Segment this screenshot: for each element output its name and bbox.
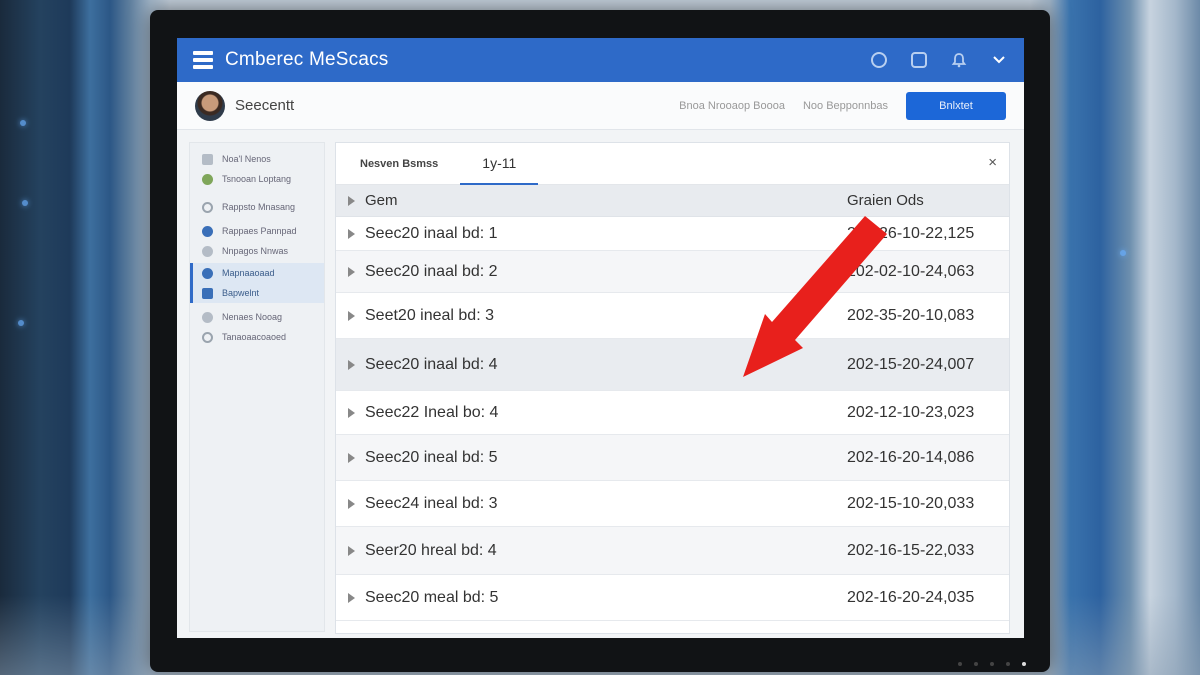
app-window: Cmberec MeScacs Seecentt Bnoa Nrooaop Bo… (177, 38, 1024, 638)
header-link[interactable]: Bnoa Nrooaop Boooa (679, 100, 785, 112)
monitor-buttons (958, 662, 1026, 666)
circle-icon (202, 245, 213, 257)
chevron-down-icon[interactable] (990, 51, 1008, 69)
row-name: Seec20 inaal bd: 2 (365, 262, 498, 280)
square-icon (202, 153, 213, 165)
caret-right-icon[interactable] (348, 498, 355, 509)
rack-light (20, 120, 26, 126)
table-row[interactable]: Seec20 meal bd: 5 202-16-20-24,035 (336, 575, 1009, 621)
sidebar-item[interactable]: Nnpagos Nnwas (190, 241, 324, 261)
row-name: Seet20 ineal bd: 3 (365, 306, 494, 324)
sidebar-item[interactable]: Rappaes Pannpad (190, 221, 324, 241)
table-row[interactable]: Seec24 ineal bd: 3 202-15-10-20,033 (336, 481, 1009, 527)
column-header-date[interactable]: Graien Ods (847, 192, 997, 209)
app-logo-icon (193, 51, 213, 69)
square-icon[interactable] (910, 51, 928, 69)
dot-icon (202, 267, 213, 279)
caret-right-icon[interactable] (348, 407, 355, 418)
bell-icon[interactable] (950, 51, 968, 69)
sidebar-item[interactable]: Tsnooan Loptang (190, 169, 324, 189)
square-icon (202, 287, 213, 299)
file-list-panel: Nesven Bsmss 1y-11 × Gem Graien Ods Seec… (335, 142, 1010, 634)
rack-light (18, 320, 24, 326)
sidebar-item[interactable]: Bapwelnt (190, 283, 324, 303)
table-row[interactable]: Seec22 Ineal bo: 4 202-12-10-23,023 (336, 391, 1009, 435)
row-date: 202-35-20-10,083 (847, 306, 975, 324)
row-date: 202-26-10-22,125 (847, 224, 975, 242)
table-row[interactable]: Seec20 inaal bd: 1 202-26-10-22,125 (336, 217, 1009, 251)
caret-right-icon (348, 195, 355, 206)
title-bar: Cmberec MeScacs (177, 38, 1024, 82)
column-header-name[interactable]: Gem (365, 192, 847, 209)
person-icon (202, 225, 213, 237)
avatar-icon (202, 173, 213, 185)
close-icon[interactable]: × (988, 154, 997, 171)
sidebar-item[interactable]: Rappsto Mnasang (190, 197, 324, 217)
ring-icon (202, 331, 213, 343)
ring-icon (202, 201, 213, 213)
table-row[interactable]: Seec20 ineal bd: 5 202-16-20-14,086 (336, 435, 1009, 481)
tab[interactable]: Nesven Bsmss (348, 143, 450, 185)
table-row[interactable]: Seet20 ineal bd: 3 202-35-20-10,083 (336, 293, 1009, 339)
caret-right-icon[interactable] (348, 310, 355, 321)
row-name: Seec20 inaal bd: 1 (365, 224, 498, 242)
header-link[interactable]: Noo Bepponnbas (803, 100, 888, 112)
caret-right-icon[interactable] (348, 359, 355, 370)
circle-icon[interactable] (870, 51, 888, 69)
caret-right-icon[interactable] (348, 592, 355, 603)
row-date: 202-16-20-14,086 (847, 448, 975, 466)
sidebar-item[interactable]: Nenaes Nooag (190, 307, 324, 327)
caret-right-icon[interactable] (348, 228, 355, 239)
rack-light (22, 200, 28, 206)
row-date: 202-16-20-24,035 (847, 588, 975, 606)
header-bar: Seecentt Bnoa Nrooaop Boooa Noo Bepponnb… (177, 82, 1024, 130)
avatar[interactable] (195, 90, 225, 121)
rack-light (1120, 250, 1126, 256)
table-row[interactable]: Seec20 inaal bd: 4 202-15-20-24,007 (336, 339, 1009, 391)
row-date: 202-15-10-20,033 (847, 494, 975, 512)
row-name: Seer20 hreal bd: 4 (365, 541, 497, 559)
tab-bar: Nesven Bsmss 1y-11 × (336, 143, 1009, 185)
app-title: Cmberec MeScacs (225, 49, 389, 70)
user-name: Seecentt (235, 97, 295, 114)
monitor: Cmberec MeScacs Seecentt Bnoa Nrooaop Bo… (150, 10, 1050, 672)
row-date: 202-15-20-24,007 (847, 355, 975, 373)
table-header: Gem Graien Ods (336, 185, 1009, 217)
sidebar-item[interactable]: Tanaoaacoaoed (190, 327, 324, 347)
primary-button[interactable]: Bnlxtet (906, 91, 1006, 120)
sidebar-item[interactable]: Noa'l Nenos (190, 149, 324, 169)
circle-icon (202, 311, 213, 323)
row-name: Seec20 meal bd: 5 (365, 588, 499, 606)
caret-right-icon[interactable] (348, 545, 355, 556)
row-name: Seec24 ineal bd: 3 (365, 494, 498, 512)
sidebar: Noa'l Nenos Tsnooan Loptang Rappsto Mnas… (189, 142, 325, 632)
table-row[interactable]: Seec20 inaal bd: 2 202-02-10-24,063 (336, 251, 1009, 293)
sidebar-item-active[interactable]: Mapnaaoaad (190, 263, 324, 283)
row-date: 202-02-10-24,063 (847, 262, 975, 280)
table-body: Seec20 inaal bd: 1 202-26-10-22,125 Seec20… (336, 217, 1009, 621)
caret-right-icon[interactable] (348, 452, 355, 463)
tab-active[interactable]: 1y-11 (460, 143, 539, 185)
table-row[interactable]: Seer20 hreal bd: 4 202-16-15-22,033 (336, 527, 1009, 575)
row-name: Seec22 Ineal bo: 4 (365, 403, 499, 421)
row-name: Seec20 inaal bd: 4 (365, 355, 498, 373)
row-date: 202-16-15-22,033 (847, 541, 975, 559)
caret-right-icon[interactable] (348, 266, 355, 277)
row-name: Seec20 ineal bd: 5 (365, 448, 498, 466)
row-date: 202-12-10-23,023 (847, 403, 975, 421)
